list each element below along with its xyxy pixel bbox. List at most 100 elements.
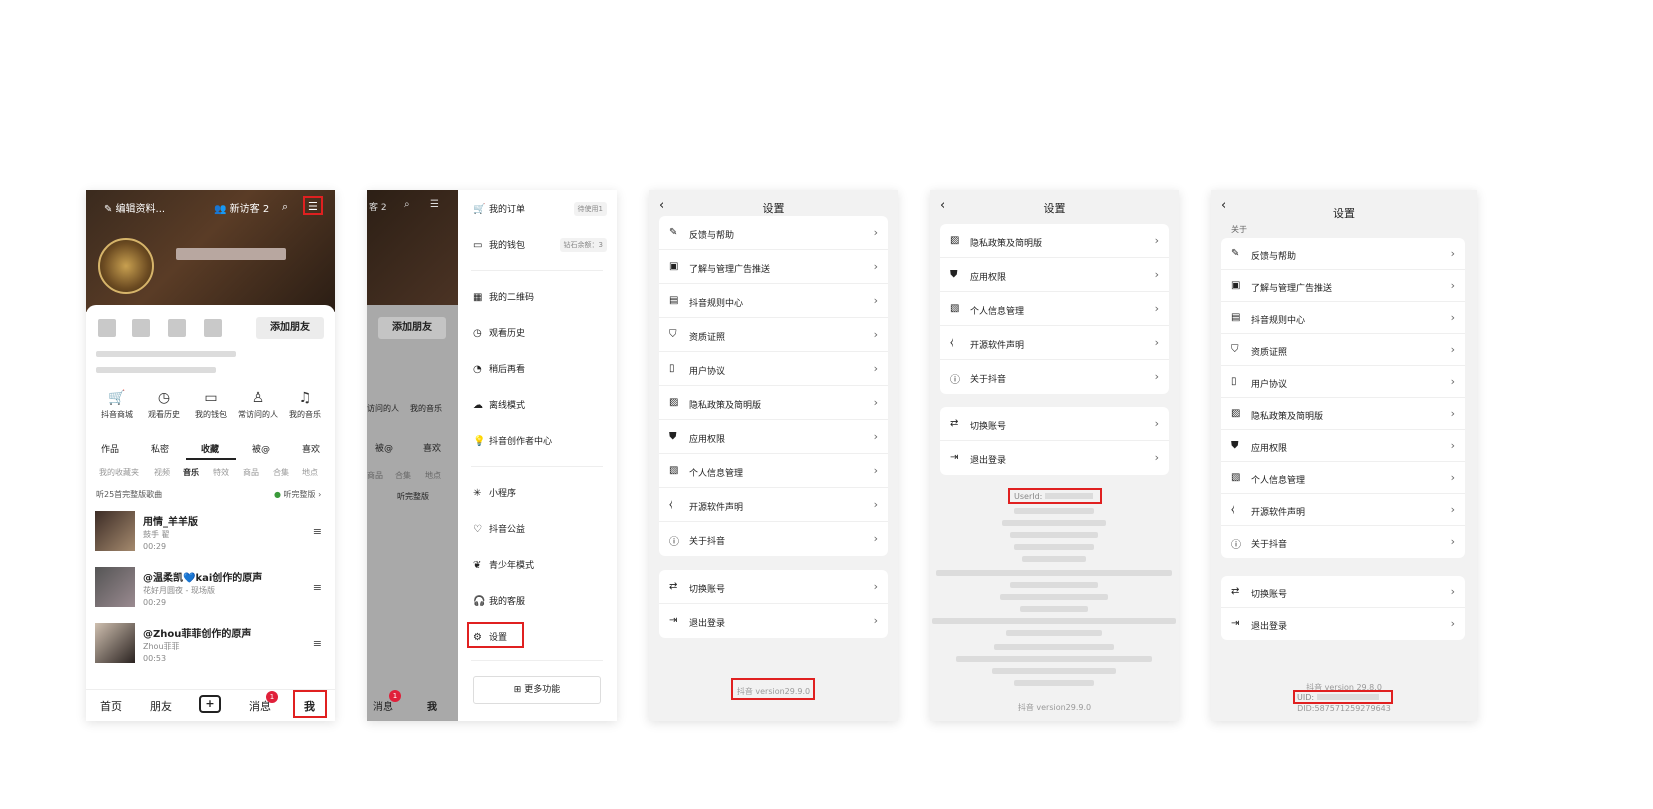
switch-icon: ⇄ <box>1231 586 1240 597</box>
wallet-icon: ▭ <box>473 240 483 251</box>
settings-row[interactable]: ▧ 个人信息管理 › <box>1221 462 1465 494</box>
subtab-goods[interactable]: 商品 <box>243 467 259 478</box>
uid-highlight-box <box>1293 690 1393 704</box>
settings-row-label: 应用权限 <box>689 434 726 445</box>
settings-row[interactable]: ⛊ 应用权限 › <box>1221 430 1465 462</box>
menu-item-miniapp[interactable]: ✳ 小程序 <box>473 486 516 499</box>
settings-row[interactable]: ⇥ 退出登录 › <box>940 441 1169 475</box>
list-menu-icon[interactable]: ≡ <box>313 637 322 650</box>
menu-item-watch-later[interactable]: ◔ 稍后再看 <box>473 362 525 375</box>
subtab-effects[interactable]: 特效 <box>213 467 229 478</box>
settings-row[interactable]: ▧ 个人信息管理 › <box>940 292 1169 326</box>
settings-row[interactable]: ⓘ 关于抖音 › <box>659 522 888 556</box>
settings-row[interactable]: ▤ 抖音规则中心 › <box>659 284 888 318</box>
settings-row[interactable]: ⧼ 开源软件声明 › <box>659 488 888 522</box>
tab-mentions[interactable]: 被@ <box>252 442 270 455</box>
listen-full-link[interactable]: ● 听完整版 › <box>274 489 321 500</box>
nav-friends[interactable]: 朋友 <box>150 698 172 714</box>
settings-row[interactable]: ▤ 抖音规则中心 › <box>1221 302 1465 334</box>
menu-item-history[interactable]: ◷ 观看历史 <box>473 326 525 339</box>
subtab-videos[interactable]: 视频 <box>154 467 170 478</box>
settings-row-label: 用户协议 <box>1251 379 1288 390</box>
settings-row[interactable]: ⛉ 资质证照 › <box>1221 334 1465 366</box>
settings-row[interactable]: ▧ 个人信息管理 › <box>659 454 888 488</box>
chevron-right-icon: › <box>873 614 878 627</box>
settings-row-label: 隐私政策及简明版 <box>689 400 762 411</box>
menu-item-teen-mode[interactable]: ❦ 青少年模式 <box>473 558 534 571</box>
dimmed-card: 添加朋友 访问的人 我的音乐 被@ 喜欢 商品 合集 地点 听完整版 <box>367 305 458 721</box>
settings-row[interactable]: ⇄ 切换账号 › <box>1221 576 1465 608</box>
add-friend-button[interactable]: 添加朋友 <box>256 317 324 339</box>
menu-item-creator-center[interactable]: 💡 抖音创作者中心 <box>473 434 552 447</box>
wallet-icon: ▭ <box>204 390 218 406</box>
settings-row[interactable]: ▨ 隐私政策及简明版 › <box>1221 398 1465 430</box>
settings-row[interactable]: ▨ 隐私政策及简明版 › <box>940 224 1169 258</box>
list-item[interactable]: @Zhou菲菲创作的原声 Zhou菲菲 00:53 ≡ <box>95 623 330 665</box>
settings-row[interactable]: ▣ 了解与管理广告推送 › <box>659 250 888 284</box>
menu-item-support[interactable]: 🎧 我的客服 <box>473 594 525 607</box>
blurred-info-line <box>932 618 1176 624</box>
subtab-folders[interactable]: 我的收藏夹 <box>99 467 139 478</box>
quick-visitors[interactable]: ♙ 常访问的人 <box>233 390 283 420</box>
menu-item-orders[interactable]: 🛒 我的订单 <box>473 202 525 215</box>
book-icon: ▯ <box>669 363 675 374</box>
settings-row[interactable]: ⇥ 退出登录 › <box>659 604 888 638</box>
dimmed-profile-overlay[interactable]: 客 2 ⌕ ☰ 添加朋友 访问的人 我的音乐 被@ 喜欢 商品 合集 地点 听完… <box>367 190 458 721</box>
quick-shop[interactable]: 🛒 抖音商城 <box>92 390 142 420</box>
code-icon: ⧼ <box>669 499 673 510</box>
tab-private[interactable]: 私密 <box>151 442 169 455</box>
menu-item-wallet[interactable]: ▭ 我的钱包 <box>473 238 525 251</box>
new-visitors-link[interactable]: 👥 新访客 2 <box>214 200 269 215</box>
more-features-button[interactable]: ⊞ 更多功能 <box>473 676 601 704</box>
list-item[interactable]: 用情_羊羊版 鼓手 翟 00:29 ≡ <box>95 511 330 553</box>
tab-likes[interactable]: 喜欢 <box>302 442 320 455</box>
settings-row[interactable]: ▣ 了解与管理广告推送 › <box>1221 270 1465 302</box>
settings-row[interactable]: ⛊ 应用权限 › <box>940 258 1169 292</box>
settings-row[interactable]: ⧼ 开源软件声明 › <box>940 326 1169 360</box>
quick-wallet[interactable]: ▭ 我的钱包 <box>186 390 236 420</box>
settings-row[interactable]: ▯ 用户协议 › <box>659 352 888 386</box>
privacy-icon: ▨ <box>669 397 679 408</box>
subtab-music[interactable]: 音乐 <box>183 467 199 478</box>
settings-row[interactable]: ▨ 隐私政策及简明版 › <box>659 386 888 420</box>
search-icon[interactable]: ⌕ <box>282 200 288 214</box>
blurred-info-line <box>1000 594 1108 600</box>
settings-row[interactable]: ⛊ 应用权限 › <box>659 420 888 454</box>
settings-row[interactable]: ✎ 反馈与帮助 › <box>1221 238 1465 270</box>
tab-works[interactable]: 作品 <box>101 442 119 455</box>
avatar[interactable] <box>98 238 154 294</box>
list-item[interactable]: @温柔凯💙kai创作的原声 花好月圆夜 - 现场版 00:29 ≡ <box>95 567 330 609</box>
tab-label: 被@ <box>375 444 394 454</box>
settings-row[interactable]: ⇥ 退出登录 › <box>1221 608 1465 640</box>
settings-row[interactable]: ⛉ 资质证照 › <box>659 318 888 352</box>
settings-row-label: 切换账号 <box>970 421 1007 432</box>
settings-row[interactable]: ⓘ 关于抖音 › <box>940 360 1169 394</box>
subtab-collections[interactable]: 合集 <box>273 467 289 478</box>
settings-group-account: ⇄ 切换账号 › ⇥ 退出登录 › <box>659 570 888 638</box>
qrcode-icon: ▦ <box>473 292 483 303</box>
settings-row-label: 了解与管理广告推送 <box>1251 283 1333 294</box>
nav-create-button[interactable]: + <box>199 695 221 713</box>
menu-item-qrcode[interactable]: ▦ 我的二维码 <box>473 290 534 303</box>
settings-row[interactable]: ✎ 反馈与帮助 › <box>659 216 888 250</box>
blurred-info-line <box>1014 544 1094 550</box>
settings-row[interactable]: ⇄ 切换账号 › <box>940 407 1169 441</box>
settings-row[interactable]: ⓘ 关于抖音 › <box>1221 526 1465 558</box>
quick-music[interactable]: ♫ 我的音乐 <box>280 390 330 420</box>
menu-item-offline[interactable]: ☁ 离线模式 <box>473 398 525 411</box>
quick-history[interactable]: ◷ 观看历史 <box>139 390 189 420</box>
nav-home[interactable]: 首页 <box>100 698 122 714</box>
chevron-right-icon: › <box>1154 268 1159 281</box>
edit-profile-link[interactable]: ✎ 编辑资料... <box>104 200 165 215</box>
settings-row-label: 退出登录 <box>689 618 726 629</box>
menu-item-charity[interactable]: ♡ 抖音公益 <box>473 522 525 535</box>
list-menu-icon[interactable]: ≡ <box>313 525 322 538</box>
code-icon: ⧼ <box>950 337 954 348</box>
list-menu-icon[interactable]: ≡ <box>313 581 322 594</box>
tab-collection[interactable]: 收藏 <box>201 442 219 455</box>
subtab-places[interactable]: 地点 <box>302 467 318 478</box>
settings-row[interactable]: ⧼ 开源软件声明 › <box>1221 494 1465 526</box>
settings-row[interactable]: ▯ 用户协议 › <box>1221 366 1465 398</box>
subtab-label: 合集 <box>395 471 411 480</box>
settings-row[interactable]: ⇄ 切换账号 › <box>659 570 888 604</box>
